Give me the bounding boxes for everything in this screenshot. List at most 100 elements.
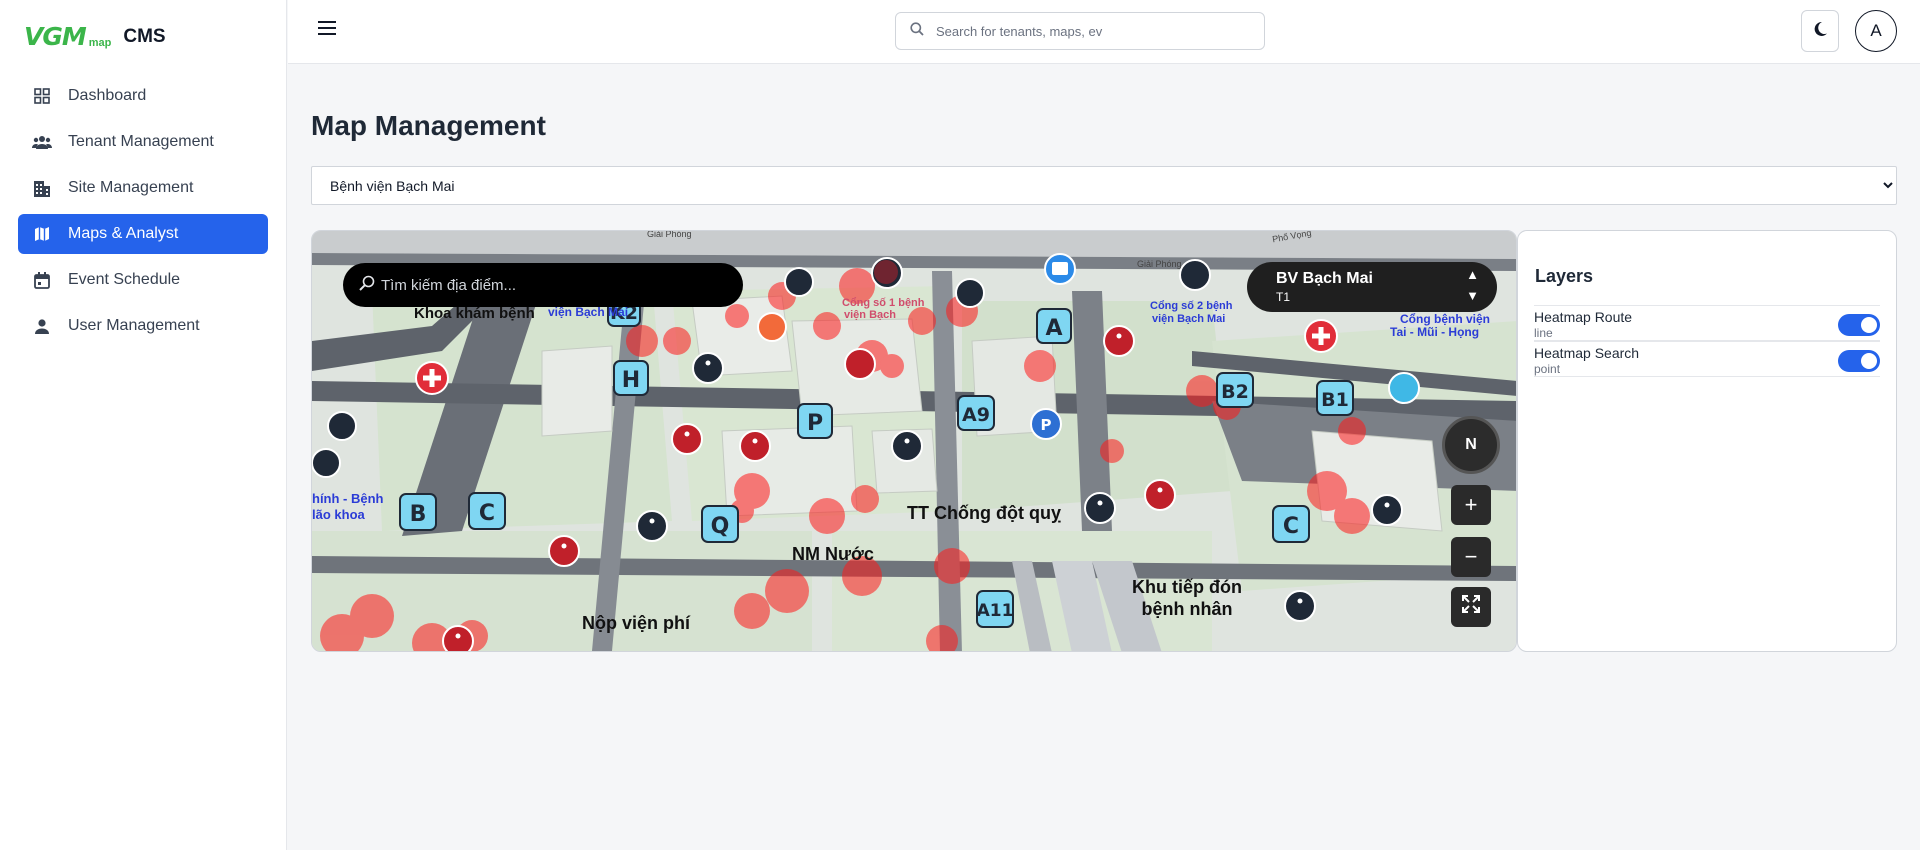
map-road-label: Giải Phóng: [1137, 259, 1182, 269]
layer-toggle-heatmap-search[interactable]: [1838, 350, 1880, 372]
floor-down-icon[interactable]: ▼: [1466, 288, 1479, 303]
svg-text:A9: A9: [962, 404, 990, 426]
map-label-nm-nuoc: NM Nước: [792, 544, 874, 564]
sidebar-item-tenant-management[interactable]: Tenant Management: [18, 122, 268, 162]
building-badge-q: Q: [701, 505, 739, 543]
map-icon: [32, 224, 52, 244]
search-input[interactable]: [936, 23, 1236, 39]
map-view[interactable]: K2 H P A9 A B2 B1 B C Q A11 C P Khoa khá…: [311, 230, 1517, 652]
building-badge-a: A: [1036, 308, 1072, 344]
building-badge-c-right: C: [1272, 505, 1310, 543]
map-label-line: lão khoa: [312, 507, 365, 522]
sidebar-item-label: Site Management: [68, 179, 194, 196]
fullscreen-button[interactable]: [1451, 587, 1491, 627]
person-icon: [32, 316, 52, 336]
sidebar-item-label: Maps & Analyst: [68, 225, 179, 242]
map-road-label: Giải Phóng: [647, 230, 692, 239]
building-badge-a9: A9: [957, 395, 995, 431]
search-icon: [910, 21, 924, 41]
building-badge-b1: B1: [1316, 380, 1354, 416]
site-select[interactable]: Bệnh viện Bạch Mai: [311, 166, 1897, 205]
svg-text:A11: A11: [977, 601, 1014, 621]
sidebar-item-label: Dashboard: [68, 87, 147, 104]
sidebar: VGM map CMS Dashboard Tenant Management …: [0, 0, 287, 850]
layer-name: Heatmap Search: [1534, 345, 1640, 361]
map-search-bar[interactable]: Tìm kiếm địa điểm...: [343, 263, 743, 307]
map-label-vien-bach-mai: viện Bạch Mai: [548, 305, 629, 319]
sidebar-nav: Dashboard Tenant Management Site Managem…: [18, 76, 268, 352]
svg-text:C: C: [479, 501, 495, 526]
compass-label: N: [1465, 436, 1477, 453]
calendar-icon: [32, 270, 52, 290]
map-label-cong-so-2: Cổng số 2 bệnh viện Bạch Mai: [1150, 300, 1233, 326]
map-label-line: bệnh nhân: [1141, 599, 1233, 619]
svg-text:H: H: [622, 368, 640, 393]
fullscreen-icon: [1461, 594, 1481, 620]
sidebar-item-site-management[interactable]: Site Management: [18, 168, 268, 208]
svg-text:B2: B2: [1221, 381, 1249, 403]
map-search-placeholder: Tìm kiếm địa điểm...: [381, 276, 517, 294]
map-label-line: hính - Bệnh: [312, 491, 384, 506]
app-logo[interactable]: VGM map CMS: [24, 20, 166, 50]
sidebar-item-label: Tenant Management: [68, 133, 214, 150]
compass-icon[interactable]: N: [1442, 416, 1500, 474]
theme-toggle-button[interactable]: [1801, 10, 1839, 52]
layer-type: point: [1534, 362, 1561, 376]
sidebar-item-label: Event Schedule: [68, 271, 181, 288]
building-badge-b: B: [399, 493, 437, 531]
layer-type: line: [1534, 326, 1553, 340]
user-avatar[interactable]: A: [1855, 10, 1897, 52]
zoom-out-button[interactable]: −: [1451, 537, 1491, 577]
floor-up-icon[interactable]: ▲: [1466, 267, 1479, 282]
map-label-line: Cổng số 1 bệnh: [842, 297, 925, 309]
svg-text:P: P: [807, 411, 823, 436]
svg-text:C: C: [1283, 514, 1299, 539]
building-badge-c-left: C: [468, 492, 506, 530]
moon-icon: [1812, 21, 1828, 42]
map-label-line: Tai - Mũi - Họng: [1390, 325, 1480, 339]
layer-row-heatmap-route: Heatmap Route line: [1534, 305, 1880, 341]
app-name: CMS: [123, 26, 166, 47]
building-name: BV Bạch Mai: [1276, 270, 1373, 287]
sidebar-item-maps-analyst[interactable]: Maps & Analyst: [18, 214, 268, 254]
top-header: A: [288, 0, 1920, 64]
svg-text:B: B: [410, 502, 427, 527]
map-label-cong-tmh: Cổng bệnh viện Tai - Mũi - Họng: [1390, 313, 1490, 339]
layers-panel: Layers Heatmap Route line Heatmap Search…: [1517, 230, 1897, 652]
map-label-tt-chong-dot-quy: TT Chống đột quỵ: [907, 503, 1061, 523]
search-location-icon: [359, 275, 375, 295]
global-search[interactable]: [895, 12, 1265, 50]
users-icon: [32, 132, 52, 152]
page-title: Map Management: [311, 110, 546, 141]
svg-text:A: A: [1045, 316, 1062, 341]
layer-row-heatmap-search: Heatmap Search point: [1534, 341, 1880, 377]
map-label-line: viện Bạch Mai: [1152, 313, 1226, 325]
svg-text:Q: Q: [711, 514, 730, 539]
svg-text:P: P: [1041, 416, 1052, 434]
layers-title: Layers: [1535, 266, 1594, 286]
map-label-line: viện Bạch: [844, 309, 896, 321]
map-label-khu-tiep-don: Khu tiếp đón bệnh nhân: [1132, 576, 1242, 620]
sidebar-item-dashboard[interactable]: Dashboard: [18, 76, 268, 116]
map-label-left: hính - Bệnh lão khoa: [312, 491, 384, 523]
building-badge-a11: A11: [976, 590, 1014, 628]
map-label-khoa-kham-benh: Khoa khám bệnh: [414, 305, 535, 322]
svg-text:B1: B1: [1321, 389, 1349, 411]
layer-name: Heatmap Route: [1534, 309, 1633, 325]
zoom-in-button[interactable]: +: [1451, 485, 1491, 525]
grid-icon: [32, 86, 52, 106]
sidebar-item-user-management[interactable]: User Management: [18, 306, 268, 346]
map-label-nop-vien-phi: Nộp viện phí: [582, 613, 690, 633]
logo-sub: map: [88, 37, 112, 49]
layer-toggle-heatmap-route[interactable]: [1838, 314, 1880, 336]
map-label-line: Cổng số 2 bệnh: [1150, 300, 1233, 312]
logo-mark: VGM: [24, 22, 87, 51]
building-badge-p: P: [797, 403, 833, 439]
sidebar-item-label: User Management: [68, 317, 200, 334]
hamburger-menu-icon[interactable]: [318, 21, 338, 43]
sidebar-item-event-schedule[interactable]: Event Schedule: [18, 260, 268, 300]
building-badge-h: H: [613, 360, 649, 396]
building-floor-selector[interactable]: BV Bạch Mai T1 ▲ ▼: [1247, 262, 1497, 312]
building-icon: [32, 178, 52, 198]
map-label-cong-so-1: Cổng số 1 bệnh viện Bạch: [842, 297, 925, 321]
